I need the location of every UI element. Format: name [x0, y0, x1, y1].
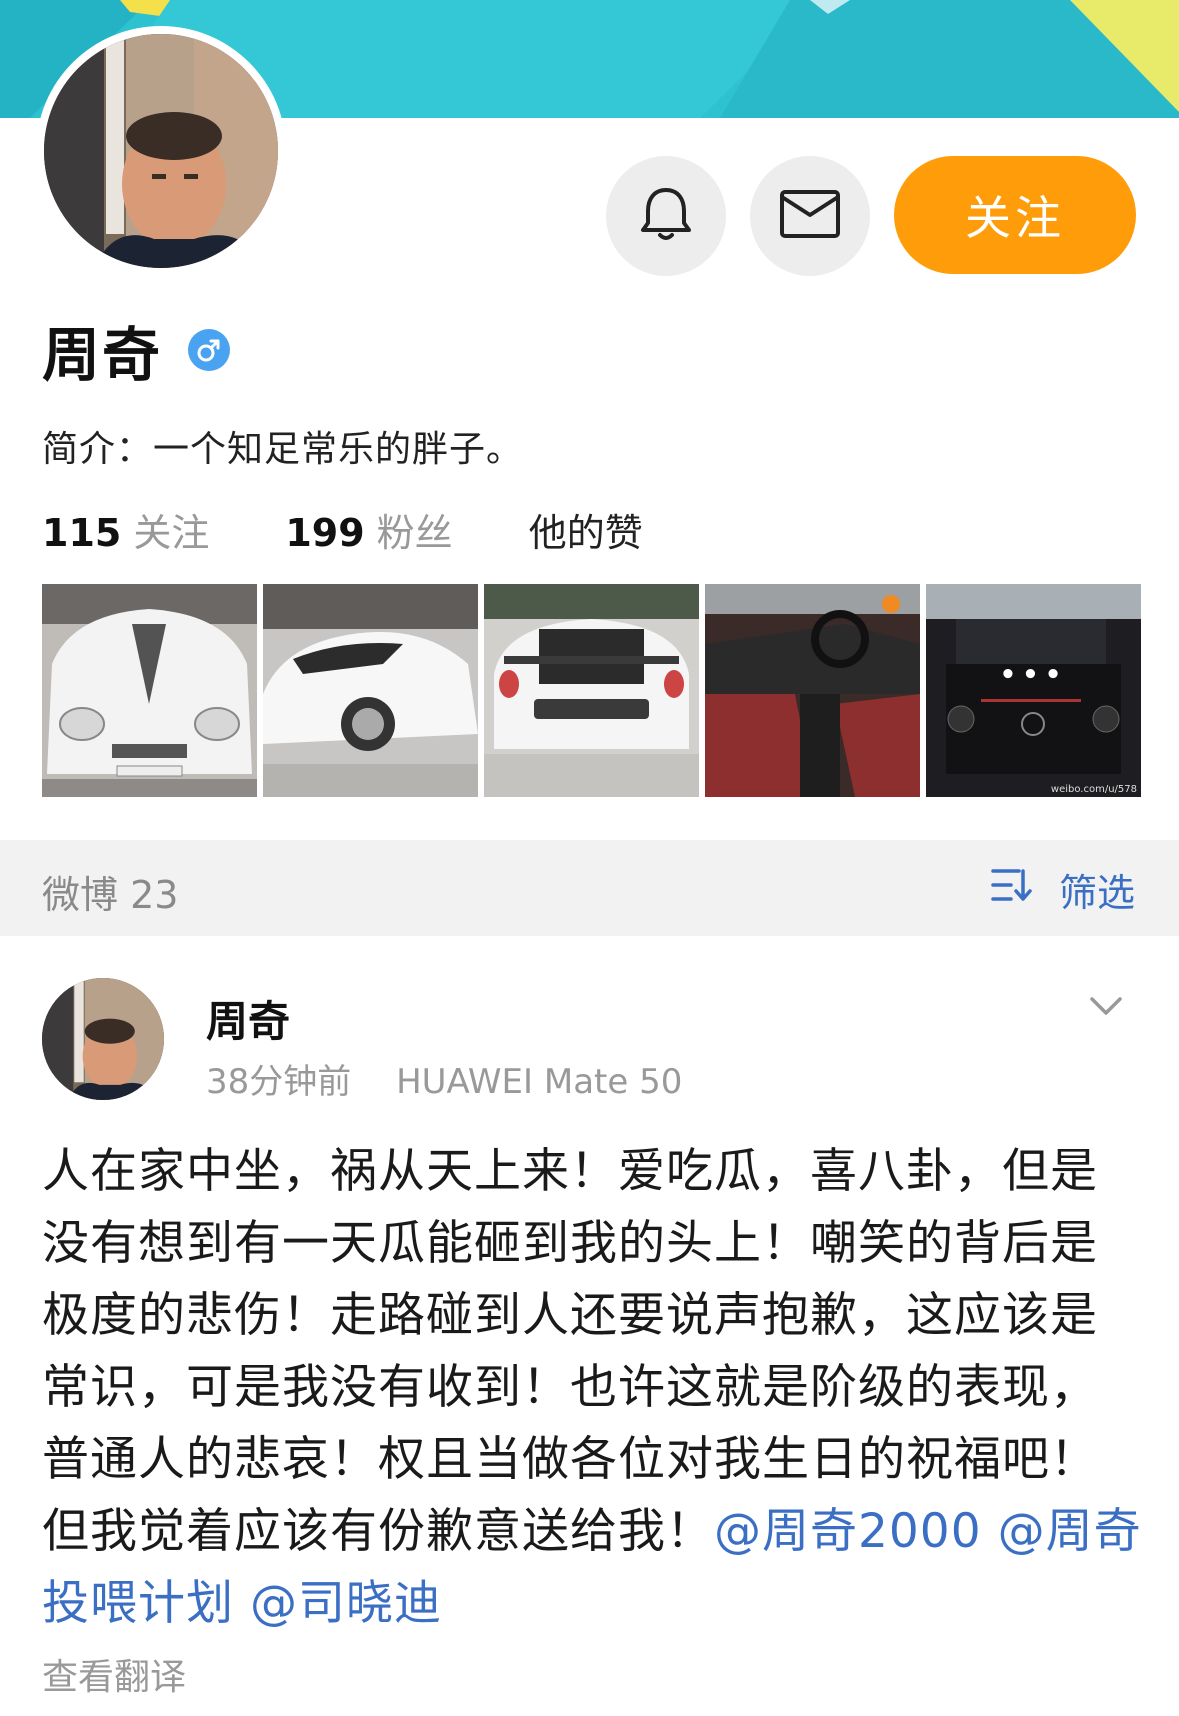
photo-thumbnail[interactable] [263, 584, 478, 797]
post-meta: 38分钟前 HUAWEI Mate 50 [206, 1054, 682, 1103]
avatar-image [42, 978, 164, 1100]
filter-icon [991, 865, 1059, 914]
photo-thumbnail[interactable] [705, 584, 920, 797]
weibo-count: 微博 23 [42, 873, 179, 917]
mention-link[interactable]: @周奇2000 [714, 1504, 982, 1559]
post-device: HUAWEI Mate 50 [396, 1062, 683, 1102]
filter-label: 筛选 [1058, 871, 1135, 915]
post-author-avatar[interactable] [42, 978, 164, 1100]
bell-icon [640, 185, 692, 247]
post-author-name[interactable]: 周奇 [206, 988, 290, 1049]
post-menu-button[interactable] [1088, 994, 1124, 1022]
filter-button[interactable]: 筛选 [991, 862, 1135, 917]
profile-name-row: 周奇 [42, 308, 231, 392]
profile-avatar[interactable] [36, 26, 286, 276]
mention-link[interactable]: @司晓迪 [250, 1576, 442, 1631]
followers-count: 199 [285, 511, 365, 555]
following-stat[interactable]: 115 关注 [42, 502, 209, 557]
gender-male-icon [188, 329, 231, 371]
photo-thumbnail[interactable] [484, 584, 699, 797]
message-button[interactable] [750, 156, 870, 276]
followers-stat[interactable]: 199 粉丝 [285, 502, 452, 557]
following-count: 115 [42, 511, 122, 555]
photo-thumbnail[interactable]: ••• weibo.com/u/578 [926, 584, 1141, 797]
post-text: 人在家中坐，祸从天上来！爱吃瓜，喜八卦，但是没有想到有一天瓜能砸到我的头上！嘲笑… [42, 1136, 1142, 1640]
chevron-down-icon [1088, 997, 1124, 1022]
photo-watermark: weibo.com/u/578 [1050, 784, 1137, 795]
mail-icon [779, 189, 841, 243]
more-photos-indicator: ••• [999, 660, 1068, 690]
avatar-image [44, 34, 278, 268]
following-label: 关注 [133, 511, 210, 555]
notification-button[interactable] [606, 156, 726, 276]
photo-strip: ••• weibo.com/u/578 [42, 584, 1141, 797]
likes-link[interactable]: 他的赞 [529, 502, 643, 557]
weibo-section-bar: 微博 23 筛选 [0, 840, 1179, 936]
profile-bio: 简介：一个知足常乐的胖子。 [42, 429, 524, 470]
followers-label: 粉丝 [376, 511, 453, 555]
photo-thumbnail[interactable] [42, 584, 257, 797]
post-time: 38分钟前 [206, 1062, 352, 1102]
translate-link[interactable]: 查看翻译 [42, 1648, 186, 1700]
post-body: 人在家中坐，祸从天上来！爱吃瓜，喜八卦，但是没有想到有一天瓜能砸到我的头上！嘲笑… [42, 1144, 1098, 1559]
follow-button[interactable]: 关注 [894, 156, 1136, 274]
profile-stats: 115 关注 199 粉丝 他的赞 [42, 502, 719, 557]
profile-name: 周奇 [42, 321, 163, 389]
